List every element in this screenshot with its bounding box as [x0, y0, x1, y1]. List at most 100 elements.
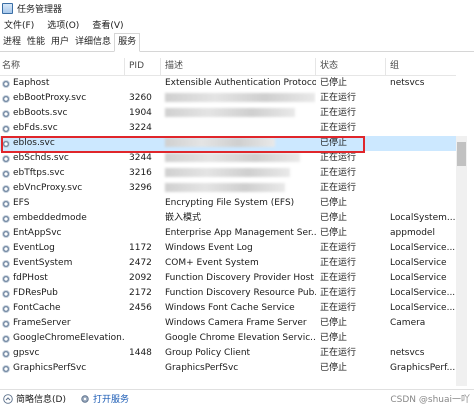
table-row[interactable]: EntAppSvc Enterprise App Management Ser..… [0, 226, 456, 241]
table-row[interactable]: FDResPub 2172 Function Discovery Resource … [0, 286, 456, 301]
service-name: EntAppSvc [13, 228, 62, 238]
service-description: Function Discovery Provider Host [165, 273, 314, 283]
table-row[interactable]: fdPHost 2092 Function Discovery Provider H… [0, 271, 456, 286]
service-gear-icon [2, 274, 11, 283]
service-gear-icon [2, 169, 11, 178]
tab-processes[interactable]: 进程 [0, 34, 24, 51]
open-services-label: 打开服务 [92, 395, 129, 405]
service-description: Group Policy Client [165, 348, 251, 358]
service-status: 正在运行 [320, 348, 357, 358]
service-status: 正在运行 [320, 183, 357, 193]
service-group [386, 151, 456, 166]
column-header-group[interactable]: 组 [386, 58, 456, 76]
service-status: 正在运行 [320, 93, 357, 103]
table-row[interactable]: embeddedmode 嵌入模式 已停止 LocalSystem... [0, 211, 456, 226]
menu-bar: 文件(F) 选项(O) 查看(V) [0, 16, 474, 32]
table-row[interactable]: ebSchds.svc 3244 正在运行 [0, 151, 456, 166]
service-status: 正在运行 [320, 153, 357, 163]
service-name-cell: ebVncProxy.svc [0, 181, 125, 196]
service-pid [125, 76, 161, 91]
service-name-cell: embeddedmode [0, 211, 125, 226]
service-status: 已停止 [320, 228, 348, 238]
service-description [161, 106, 316, 121]
redacted-description [165, 168, 290, 177]
service-name-cell: EventLog [0, 241, 125, 256]
service-status: 已停止 [320, 138, 348, 148]
column-header-pid[interactable]: PID [125, 57, 161, 76]
tab-users[interactable]: 用户 [48, 34, 72, 51]
service-description [161, 91, 316, 106]
tab-services[interactable]: 服务 [114, 33, 141, 52]
vertical-scrollbar[interactable] [456, 136, 467, 386]
service-group [386, 121, 456, 136]
service-name-cell: eblos.svc [0, 136, 125, 151]
table-row[interactable]: ebFds.svc 3224 正在运行 [0, 121, 456, 136]
table-row-selected[interactable]: eblos.svc 已停止 [0, 136, 456, 151]
service-name: gpsvc [13, 348, 40, 358]
table-row[interactable]: FrameServer Windows Camera Frame Server 已停… [0, 316, 456, 331]
tab-bar: 进程 性能 用户 详细信息 服务 [0, 32, 474, 52]
service-status: 已停止 [320, 78, 348, 88]
table-row[interactable]: GraphicsPerfSvc GraphicsPerfSvc 已停止 Graphic… [0, 361, 456, 376]
table-row[interactable]: FontCache 2456 Windows Font Cache Service 正… [0, 301, 456, 316]
table-row[interactable]: ebTftps.svc 3216 正在运行 [0, 166, 456, 181]
open-services-link[interactable]: 打开服务 [80, 392, 129, 405]
service-name-cell: EventSystem [0, 256, 125, 271]
table-row[interactable]: gpsvc 1448 Group Policy Client 正在运行 netsvcs [0, 346, 456, 361]
service-gear-icon [2, 214, 11, 223]
service-name-cell: ebSchds.svc [0, 151, 125, 166]
table-row[interactable]: EventSystem 2472 COM+ Event System 正在运行 Loca… [0, 256, 456, 271]
service-name-cell: EntAppSvc [0, 226, 125, 241]
service-gear-icon [2, 319, 11, 328]
service-pid: 3244 [129, 153, 152, 163]
service-name: FontCache [13, 303, 61, 313]
service-pid: 3260 [129, 93, 152, 103]
service-name: FrameServer [13, 318, 71, 328]
service-status: 正在运行 [320, 288, 357, 298]
table-body: Eaphost Extensible Authentication Protoco… [0, 76, 456, 376]
menu-view[interactable]: 查看(V) [89, 18, 126, 31]
service-name: eblos.svc [13, 138, 55, 148]
service-description: Function Discovery Resource Pub... [165, 288, 316, 298]
redacted-description [165, 153, 300, 162]
service-name-cell: GoogleChromeElevation... [0, 331, 125, 346]
service-status: 正在运行 [320, 303, 357, 313]
service-group: appmodel [390, 228, 435, 238]
service-status: 正在运行 [320, 243, 357, 253]
service-pid [125, 226, 161, 241]
menu-options[interactable]: 选项(O) [44, 18, 82, 31]
column-header-status[interactable]: 状态 [316, 57, 386, 76]
table-row[interactable]: EFS Encrypting File System (EFS) 已停止 [0, 196, 456, 211]
service-description: Encrypting File System (EFS) [165, 198, 295, 208]
table-row[interactable]: ebVncProxy.svc 3296 正在运行 [0, 181, 456, 196]
tab-performance[interactable]: 性能 [24, 34, 48, 51]
service-gear-icon [2, 334, 11, 343]
window-title: 任务管理器 [17, 4, 63, 15]
column-header-name[interactable]: 名称 [0, 57, 125, 76]
table-row[interactable]: EventLog 1172 Windows Event Log 正在运行 LocalSe… [0, 241, 456, 256]
column-header-description[interactable]: 描述 [161, 57, 316, 76]
table-row[interactable]: ebBoots.svc 1904 正在运行 [0, 106, 456, 121]
redacted-description [165, 93, 315, 102]
redacted-description [165, 183, 285, 192]
table-row[interactable]: ebBootProxy.svc 3260 正在运行 [0, 91, 456, 106]
service-pid: 1448 [129, 348, 152, 358]
title-bar: 任务管理器 [0, 0, 474, 16]
tab-details[interactable]: 详细信息 [72, 34, 114, 51]
service-name: GraphicsPerfSvc [13, 363, 87, 373]
service-gear-icon [2, 244, 11, 253]
brief-info-link[interactable]: 简略信息(D) [3, 392, 66, 405]
service-pid [125, 361, 161, 376]
table-row[interactable]: Eaphost Extensible Authentication Protoco… [0, 76, 456, 91]
service-gear-icon [2, 304, 11, 313]
menu-file[interactable]: 文件(F) [1, 18, 37, 31]
service-group [386, 166, 456, 181]
scrollbar-thumb[interactable] [457, 142, 466, 166]
service-group [386, 196, 456, 211]
service-status: 正在运行 [320, 258, 357, 268]
table-row[interactable]: GoogleChromeElevation... Google Chrome El… [0, 331, 456, 346]
service-status: 已停止 [320, 363, 348, 373]
services-gear-icon [81, 394, 89, 403]
service-group: LocalService... [390, 303, 456, 313]
service-name-cell: FrameServer [0, 316, 125, 331]
